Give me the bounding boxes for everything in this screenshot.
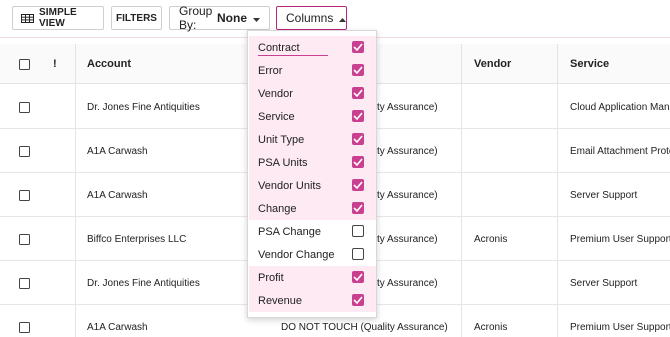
unchecked-checkbox-icon[interactable]	[352, 248, 364, 260]
columns-button[interactable]: Columns	[276, 6, 347, 30]
column-option-label: Vendor Units	[258, 180, 321, 192]
focus-underline	[258, 55, 328, 56]
row-checkbox[interactable]	[19, 234, 30, 245]
checked-checkbox-icon[interactable]	[352, 133, 364, 145]
checked-checkbox-icon[interactable]	[352, 271, 364, 283]
group-by-label: Group By:	[179, 4, 213, 32]
column-option-label: Revenue	[258, 295, 303, 307]
checked-checkbox-icon[interactable]	[352, 41, 364, 53]
columns-dropdown: Contract Error Vendor Service Unit Type …	[247, 30, 377, 318]
checked-checkbox-icon[interactable]	[352, 87, 364, 99]
service-cell: Cloud Application Mana	[570, 102, 670, 113]
checked-checkbox-icon[interactable]	[352, 179, 364, 191]
account-cell: A1A Carwash	[87, 190, 148, 201]
service-cell: Email Attachment Protec	[570, 146, 670, 157]
simple-view-label: SIMPLE VIEW	[39, 7, 77, 29]
column-option-label: Vendor	[258, 88, 293, 100]
checked-checkbox-icon[interactable]	[352, 202, 364, 214]
checked-checkbox-icon[interactable]	[352, 156, 364, 168]
columns-label: Columns	[286, 11, 334, 25]
grid-icon	[21, 13, 34, 23]
column-option-vendor-change[interactable]: Vendor Change	[249, 243, 376, 266]
column-option-label: PSA Units	[258, 157, 308, 169]
contract-cell: ality Assurance)	[367, 146, 438, 157]
row-checkbox[interactable]	[19, 102, 30, 113]
column-option-unit-type[interactable]: Unit Type	[249, 128, 376, 151]
column-option-label: PSA Change	[258, 226, 321, 238]
column-option-label: Contract	[258, 42, 300, 54]
column-option-contract[interactable]: Contract	[249, 36, 376, 59]
service-cell: Premium User Support	[570, 234, 670, 245]
contract-cell: ality Assurance)	[367, 102, 438, 113]
column-option-label: Error	[258, 65, 283, 77]
account-cell: A1A Carwash	[87, 322, 148, 333]
row-checkbox[interactable]	[19, 146, 30, 157]
column-option-profit[interactable]: Profit	[249, 266, 376, 289]
service-cell: Server Support	[570, 190, 638, 201]
select-all-checkbox[interactable]	[19, 59, 30, 70]
column-option-label: Unit Type	[258, 134, 305, 146]
service-cell: Server Support	[570, 278, 638, 289]
caret-down-icon	[253, 11, 260, 25]
account-cell: Biffco Enterprises LLC	[87, 234, 187, 245]
contract-cell: ality Assurance)	[367, 278, 438, 289]
group-by-value: None	[217, 11, 247, 25]
contract-cell: ality Assurance)	[367, 190, 438, 201]
account-cell: Dr. Jones Fine Antiquities	[87, 278, 200, 289]
simple-view-button[interactable]: SIMPLE VIEW	[12, 6, 104, 30]
column-option-change[interactable]: Change	[249, 197, 376, 220]
filters-button[interactable]: FILTERS	[111, 6, 162, 30]
header-service[interactable]: Service	[570, 58, 609, 70]
column-option-label: Service	[258, 111, 295, 123]
caret-up-icon	[339, 11, 347, 25]
column-option-psa-units[interactable]: PSA Units	[249, 151, 376, 174]
column-option-service[interactable]: Service	[249, 105, 376, 128]
account-cell: A1A Carwash	[87, 146, 148, 157]
column-option-label: Vendor Change	[258, 249, 335, 261]
column-option-label: Change	[258, 203, 297, 215]
column-option-vendor-units[interactable]: Vendor Units	[249, 174, 376, 197]
checked-checkbox-icon[interactable]	[352, 294, 364, 306]
row-checkbox[interactable]	[19, 322, 30, 333]
header-flag[interactable]: !	[53, 58, 57, 70]
row-checkbox[interactable]	[19, 190, 30, 201]
service-cell: Premium User Support	[570, 322, 670, 333]
filters-label: FILTERS	[116, 12, 157, 24]
header-account[interactable]: Account	[87, 58, 131, 70]
header-vendor[interactable]: Vendor	[474, 58, 511, 70]
group-by-button[interactable]: Group By: None	[169, 4, 270, 32]
row-checkbox[interactable]	[19, 278, 30, 289]
checked-checkbox-icon[interactable]	[352, 110, 364, 122]
account-cell: Dr. Jones Fine Antiquities	[87, 102, 200, 113]
column-option-label: Profit	[258, 272, 284, 284]
column-option-vendor[interactable]: Vendor	[249, 82, 376, 105]
unchecked-checkbox-icon[interactable]	[352, 225, 364, 237]
column-option-error[interactable]: Error	[249, 59, 376, 82]
vendor-cell: Acronis	[474, 234, 508, 245]
contract-cell: ality Assurance)	[367, 234, 438, 245]
vendor-cell: Acronis	[474, 322, 508, 333]
checked-checkbox-icon[interactable]	[352, 64, 364, 76]
contract-cell: DO NOT TOUCH (Quality Assurance)	[281, 322, 448, 333]
column-option-revenue[interactable]: Revenue	[249, 289, 376, 312]
column-option-psa-change[interactable]: PSA Change	[249, 220, 376, 243]
